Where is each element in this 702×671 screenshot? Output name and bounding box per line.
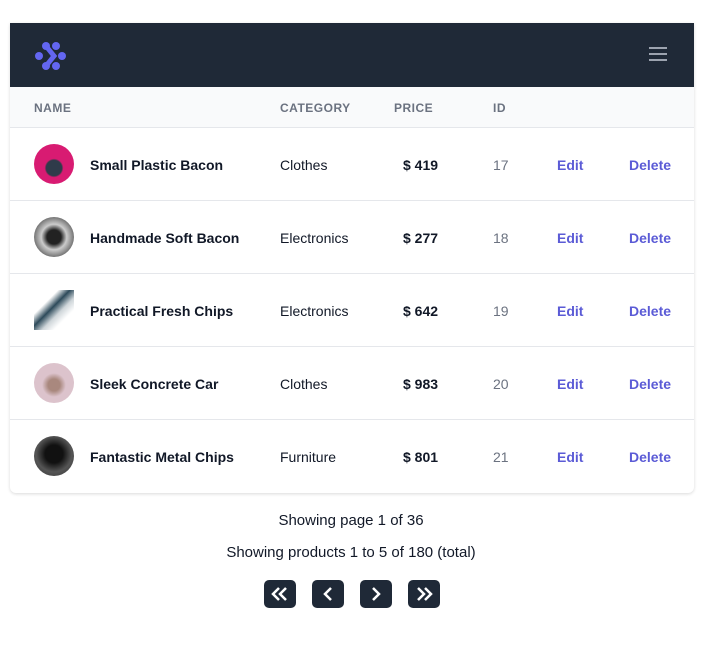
chevron-left-icon [323, 587, 332, 601]
column-id: ID [493, 101, 506, 115]
table-row: Sleek Concrete Car Clothes $ 983 20 Edit… [10, 347, 694, 420]
product-image [34, 290, 74, 330]
product-image [34, 363, 74, 403]
table-body: Small Plastic Bacon Clothes $ 419 17 Edi… [10, 128, 694, 493]
product-id: 18 [493, 230, 509, 246]
page-info: Showing page 1 of 36 [278, 512, 424, 529]
delete-link[interactable]: Delete [629, 376, 671, 392]
product-price: $ 801 [403, 449, 439, 465]
table-header: NAME CATEGORY PRICE ID [10, 87, 694, 128]
table-row: Handmade Soft Bacon Electronics $ 277 18… [10, 201, 694, 274]
products-info: Showing products 1 to 5 of 180 (total) [226, 544, 476, 561]
product-name: Fantastic Metal Chips [90, 449, 234, 465]
column-name: NAME [34, 101, 72, 115]
pagination-controls [264, 580, 440, 608]
product-category: Clothes [280, 376, 328, 392]
edit-link[interactable]: Edit [557, 376, 583, 392]
double-chevron-left-icon [271, 587, 287, 601]
delete-link[interactable]: Delete [629, 230, 671, 246]
table-row: Practical Fresh Chips Electronics $ 642 … [10, 274, 694, 347]
double-chevron-right-icon [417, 587, 433, 601]
product-image [34, 217, 74, 257]
delete-link[interactable]: Delete [629, 449, 671, 465]
products-card: NAME CATEGORY PRICE ID Small Plastic Bac… [10, 23, 694, 493]
chevron-right-icon [372, 587, 381, 601]
edit-link[interactable]: Edit [557, 449, 583, 465]
table-row: Fantastic Metal Chips Furniture $ 801 21… [10, 420, 694, 493]
product-category: Clothes [280, 157, 328, 173]
edit-link[interactable]: Edit [557, 157, 583, 173]
first-page-button[interactable] [264, 580, 296, 608]
product-id: 21 [493, 449, 509, 465]
product-price: $ 983 [403, 376, 439, 392]
product-name: Small Plastic Bacon [90, 157, 224, 173]
last-page-button[interactable] [408, 580, 440, 608]
product-name: Sleek Concrete Car [90, 376, 219, 392]
product-id: 17 [493, 157, 509, 173]
product-name: Practical Fresh Chips [90, 303, 234, 319]
edit-link[interactable]: Edit [557, 230, 583, 246]
product-id: 19 [493, 303, 509, 319]
product-category: Electronics [280, 230, 349, 246]
hamburger-menu-icon[interactable] [649, 47, 667, 63]
product-price: $ 277 [403, 230, 439, 246]
delete-link[interactable]: Delete [629, 303, 671, 319]
edit-link[interactable]: Edit [557, 303, 583, 319]
next-page-button[interactable] [360, 580, 392, 608]
product-category: Furniture [280, 449, 337, 465]
product-category: Electronics [280, 303, 349, 319]
product-id: 20 [493, 376, 509, 392]
previous-page-button[interactable] [312, 580, 344, 608]
column-price: PRICE [394, 101, 434, 115]
logo-icon[interactable] [34, 40, 66, 72]
product-image [34, 144, 74, 184]
product-name: Handmade Soft Bacon [90, 230, 240, 246]
product-price: $ 419 [403, 157, 439, 173]
delete-link[interactable]: Delete [629, 157, 671, 173]
top-bar [10, 23, 694, 87]
product-image [34, 436, 74, 476]
table-row: Small Plastic Bacon Clothes $ 419 17 Edi… [10, 128, 694, 201]
product-price: $ 642 [403, 303, 439, 319]
column-category: CATEGORY [280, 101, 351, 115]
